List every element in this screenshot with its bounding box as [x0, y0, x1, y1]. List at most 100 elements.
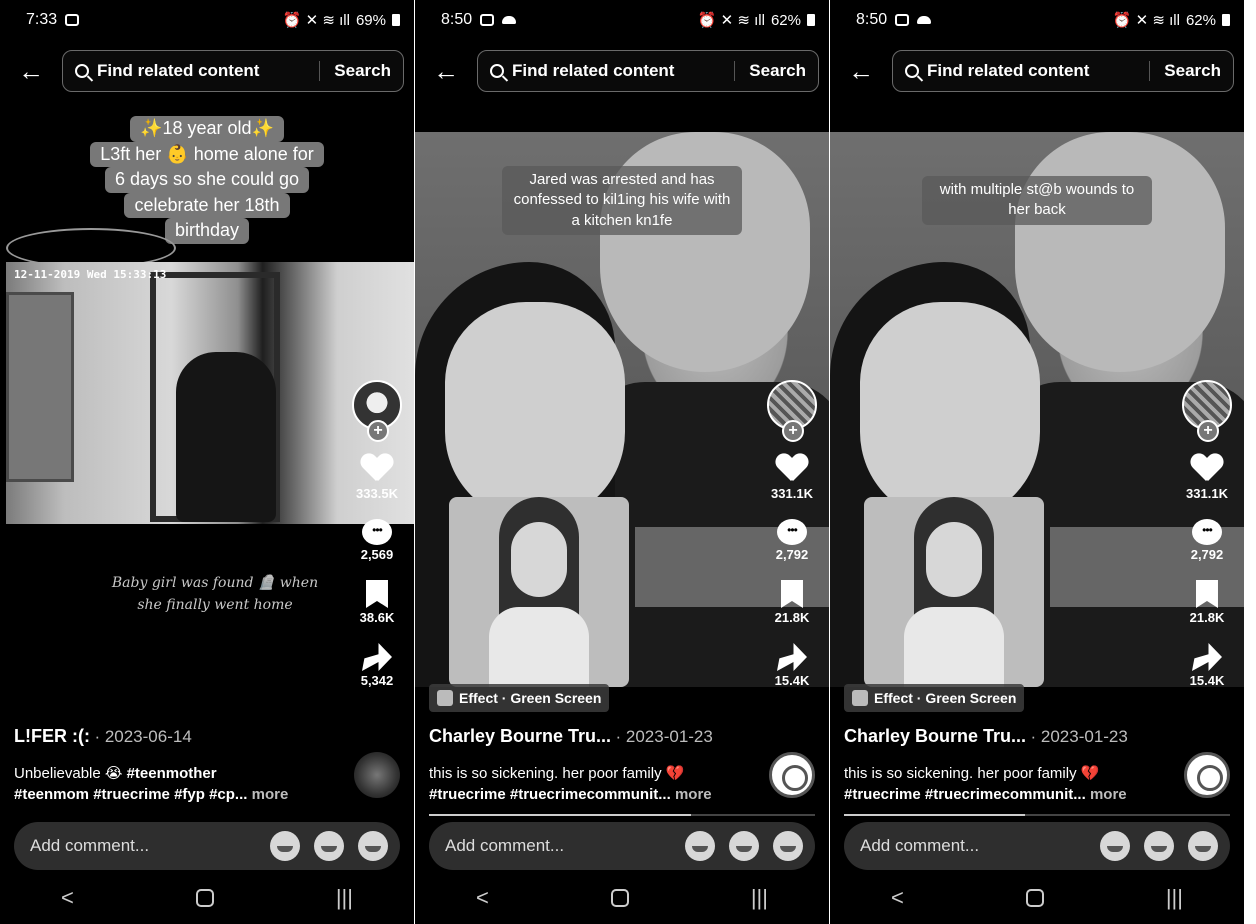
share-button[interactable]: 15.4K — [1190, 643, 1224, 688]
nav-back-button[interactable]: < — [61, 885, 74, 911]
hashtags[interactable]: #teenmom #truecrime #fyp #cp... — [14, 786, 247, 803]
description-text: Unbelievable 😭 — [14, 765, 123, 782]
emoji-hearts-icon[interactable] — [729, 831, 759, 861]
author-name[interactable]: Charley Bourne Tru... — [429, 726, 611, 746]
comment-input[interactable]: Add comment... — [860, 836, 1086, 856]
comment-count: 2,792 — [775, 547, 809, 562]
video-progress-bar[interactable] — [429, 814, 815, 816]
hashtags[interactable]: #truecrime #truecrimecommunit... — [844, 786, 1086, 803]
emoji-grin-icon[interactable] — [1100, 831, 1130, 861]
more-link[interactable]: more — [252, 786, 289, 803]
video-caption: Jared was arrested and has confessed to … — [415, 166, 829, 235]
comment-button[interactable]: 2,792 — [775, 519, 809, 562]
follow-plus-icon[interactable]: + — [782, 420, 804, 442]
description-text: this is so sickening. her poor family 💔 — [844, 765, 1100, 782]
nav-recents-button[interactable]: ||| — [1166, 885, 1183, 911]
save-button[interactable]: 38.6K — [360, 580, 394, 625]
share-arrow-icon — [361, 643, 392, 671]
video-caption: with multiple st@b wounds to her back — [830, 176, 1244, 225]
bookmark-icon — [780, 580, 803, 608]
comment-button[interactable]: 2,569 — [361, 519, 393, 562]
save-button[interactable]: 21.8K — [1190, 580, 1224, 625]
share-button[interactable]: 5,342 — [361, 643, 393, 688]
search-query[interactable]: Find related content — [97, 61, 311, 81]
sound-disc[interactable] — [354, 752, 400, 798]
video-caption: ✨18 year old✨ L3ft her 👶 home alone for … — [0, 116, 414, 244]
search-input[interactable]: Find related content Search — [477, 50, 819, 92]
like-button[interactable]: 331.1K — [1186, 454, 1228, 501]
more-link[interactable]: more — [675, 786, 712, 803]
heart-icon — [361, 454, 393, 484]
nav-recents-button[interactable]: ||| — [751, 885, 768, 911]
nav-back-button[interactable]: < — [476, 885, 489, 911]
effect-tag[interactable]: Effect · Green Screen — [429, 684, 610, 712]
search-button[interactable]: Search — [1149, 61, 1221, 81]
like-button[interactable]: 333.5K — [356, 454, 398, 501]
battery-percent: 69% — [355, 11, 386, 29]
share-button[interactable]: 15.4K — [775, 643, 809, 688]
back-arrow-icon[interactable]: ← — [433, 58, 477, 84]
comment-count: 2,792 — [1190, 547, 1224, 562]
battery-icon — [392, 14, 400, 26]
comment-button[interactable]: 2,792 — [1190, 519, 1224, 562]
video-progress-bar[interactable] — [844, 814, 1230, 816]
emoji-hearts-icon[interactable] — [1144, 831, 1174, 861]
search-query[interactable]: Find related content — [512, 61, 726, 81]
back-arrow-icon[interactable]: ← — [18, 58, 62, 84]
battery-icon — [1222, 14, 1230, 26]
comment-input[interactable]: Add comment... — [30, 836, 256, 856]
description-text: this is so sickening. her poor family 💔 — [429, 765, 685, 782]
effect-tag[interactable]: Effect · Green Screen — [844, 684, 1025, 712]
emoji-laugh-icon[interactable] — [1188, 831, 1218, 861]
search-button[interactable]: Search — [734, 61, 806, 81]
emoji-grin-icon[interactable] — [270, 831, 300, 861]
bookmark-icon — [1195, 580, 1218, 608]
creator-avatar[interactable]: + — [1182, 380, 1232, 442]
save-button[interactable]: 21.8K — [775, 580, 809, 625]
video-description[interactable]: Unbelievable 😭 #teenmother #teenmom #tru… — [14, 763, 334, 805]
search-query[interactable]: Find related content — [927, 61, 1141, 81]
nav-home-button[interactable] — [1025, 889, 1044, 907]
share-arrow-icon — [1191, 643, 1222, 671]
emoji-grin-icon[interactable] — [685, 831, 715, 861]
nav-home-button[interactable] — [195, 889, 214, 907]
comment-bar[interactable]: Add comment... — [429, 822, 815, 870]
author-name[interactable]: L!FER :(: — [14, 726, 90, 746]
caption-line: ✨18 year old✨ — [130, 116, 284, 142]
creator-avatar[interactable]: + — [767, 380, 817, 442]
emoji-laugh-icon[interactable] — [773, 831, 803, 861]
person-figure — [176, 352, 276, 522]
more-link[interactable]: more — [1090, 786, 1127, 803]
video-description[interactable]: this is so sickening. her poor family 💔 … — [844, 763, 1164, 805]
hashtags[interactable]: #truecrime #truecrimecommunit... — [429, 786, 671, 803]
sound-disc[interactable] — [1184, 752, 1230, 798]
search-header: ← Find related content Search — [0, 50, 414, 92]
comment-bar[interactable]: Add comment... — [844, 822, 1230, 870]
nav-home-button[interactable] — [610, 889, 629, 907]
emoji-laugh-icon[interactable] — [358, 831, 388, 861]
effect-icon — [852, 690, 868, 706]
back-arrow-icon[interactable]: ← — [848, 58, 892, 84]
hashtag[interactable]: #teenmother — [127, 765, 217, 782]
search-input[interactable]: Find related content Search — [892, 50, 1234, 92]
heart-icon — [1191, 454, 1223, 484]
video-description[interactable]: this is so sickening. her poor family 💔 … — [429, 763, 749, 805]
battery-icon — [807, 14, 815, 26]
emoji-hearts-icon[interactable] — [314, 831, 344, 861]
sound-disc[interactable] — [769, 752, 815, 798]
follow-plus-icon[interactable]: + — [1197, 420, 1219, 442]
search-input[interactable]: Find related content Search — [62, 50, 404, 92]
signal-icons: ⏰ ✕ ≋ ıll — [282, 12, 350, 29]
creator-avatar[interactable]: + — [352, 380, 402, 442]
notice-board — [6, 292, 74, 482]
comment-input[interactable]: Add comment... — [445, 836, 671, 856]
search-button[interactable]: Search — [319, 61, 391, 81]
follow-plus-icon[interactable]: + — [367, 420, 389, 442]
nav-recents-button[interactable]: ||| — [336, 885, 353, 911]
like-button[interactable]: 331.1K — [771, 454, 813, 501]
author-name[interactable]: Charley Bourne Tru... — [844, 726, 1026, 746]
comment-bar[interactable]: Add comment... — [14, 822, 400, 870]
nav-back-button[interactable]: < — [891, 885, 904, 911]
search-icon — [905, 64, 919, 78]
status-bar: 8:50 ⏰ ✕ ≋ ıll 62% — [830, 0, 1244, 40]
